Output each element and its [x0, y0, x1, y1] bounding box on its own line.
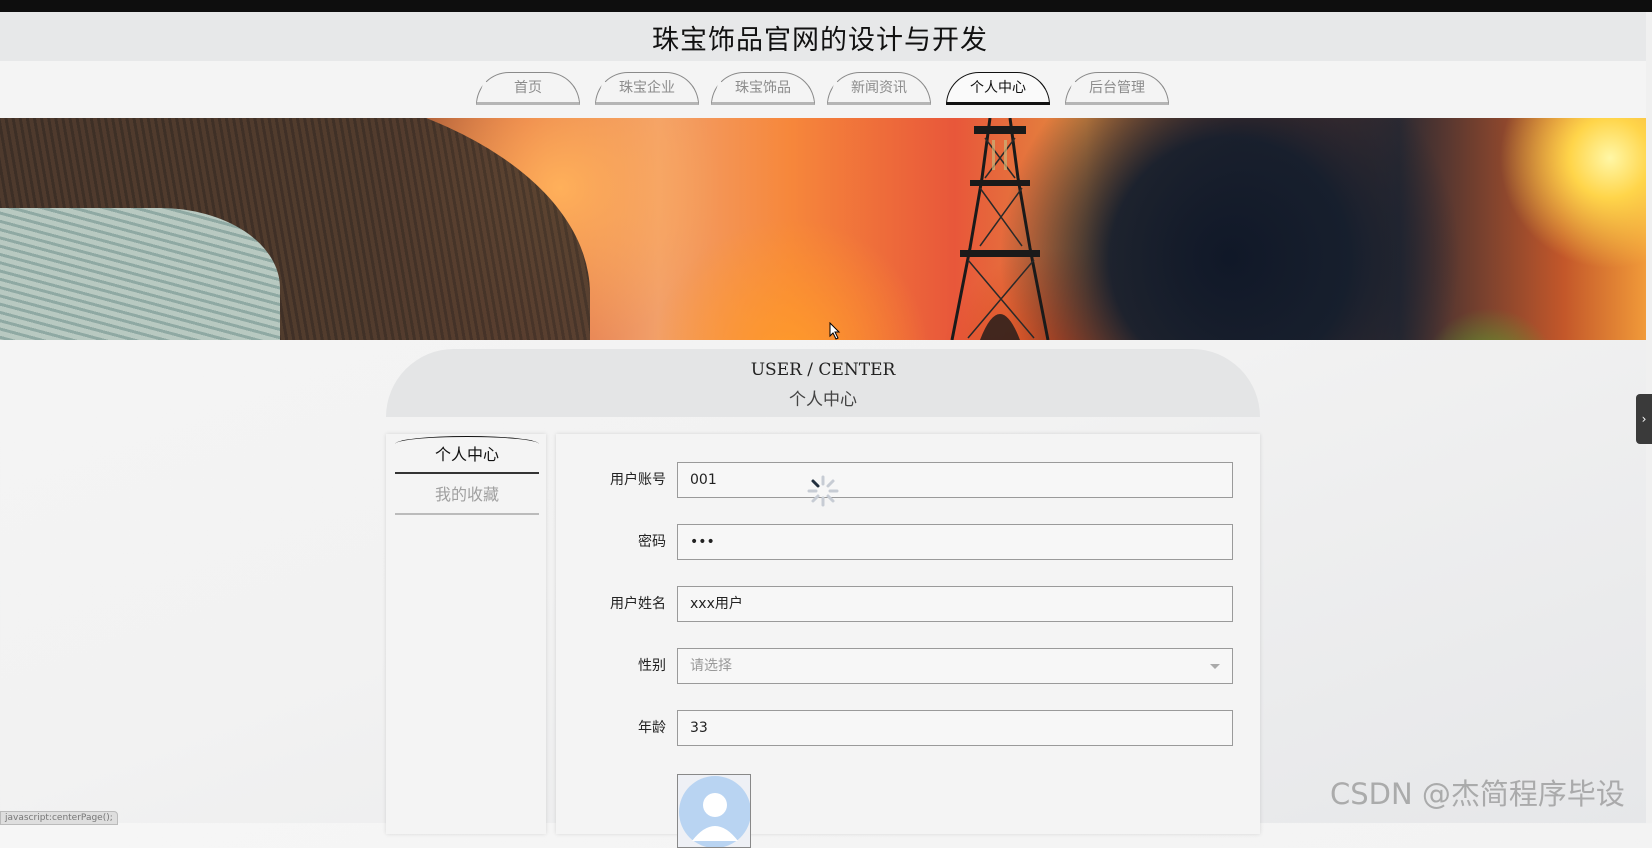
side-drawer-toggle[interactable]: ›	[1636, 394, 1652, 444]
form-row-name: 用户姓名 xxx用户	[556, 586, 1260, 622]
age-label: 年龄	[638, 720, 666, 736]
nav-tab-jewelry-products[interactable]: 珠宝饰品	[711, 72, 815, 105]
nav-tab-jewelry-companies[interactable]: 珠宝企业	[595, 72, 699, 105]
password-input[interactable]: •••	[677, 524, 1233, 560]
site-title: 珠宝饰品官网的设计与开发	[652, 25, 988, 56]
chevron-right-icon: ›	[1641, 412, 1647, 426]
sidebar-panel: 个人中心 我的收藏	[386, 434, 546, 834]
nav-tab-admin[interactable]: 后台管理	[1065, 72, 1169, 105]
nav-tab-news[interactable]: 新闻资讯	[827, 72, 931, 105]
loading-spinner-icon	[807, 475, 839, 507]
avatar-upload[interactable]	[677, 774, 751, 848]
banner-image	[0, 118, 1646, 340]
password-label: 密码	[638, 534, 666, 550]
nav-tab-home[interactable]: 首页	[476, 72, 580, 105]
form-row-gender: 性别 请选择	[556, 648, 1260, 684]
section-title-en: USER / CENTER	[750, 360, 896, 380]
name-input[interactable]: xxx用户	[677, 586, 1233, 622]
sidebar-item-user-center[interactable]: 个人中心	[395, 436, 539, 474]
form-row-age: 年龄 33	[556, 710, 1260, 746]
site-header: 珠宝饰品官网的设计与开发	[0, 12, 1652, 61]
gender-select[interactable]: 请选择	[677, 648, 1233, 684]
section-header: USER / CENTER 个人中心	[386, 349, 1260, 417]
nav-tab-user-center[interactable]: 个人中心	[946, 72, 1050, 105]
gender-label: 性别	[638, 658, 666, 674]
main-nav: 首页 珠宝企业 珠宝饰品 新闻资讯 个人中心 后台管理	[0, 61, 1652, 118]
name-label: 用户姓名	[610, 596, 666, 612]
book-page-graphic	[0, 208, 280, 340]
form-row-password: 密码 •••	[556, 524, 1260, 560]
sidebar-item-favorites[interactable]: 我的收藏	[395, 477, 539, 515]
mouse-cursor-icon	[829, 322, 841, 340]
user-avatar-icon	[679, 776, 750, 847]
age-input[interactable]: 33	[677, 710, 1233, 746]
account-label: 用户账号	[610, 472, 666, 488]
window-top-bar	[0, 0, 1652, 12]
gender-select-placeholder: 请选择	[690, 658, 732, 674]
eiffel-tower-graphic	[950, 118, 1050, 340]
chevron-down-icon	[1210, 664, 1220, 669]
watermark-text: CSDN @杰简程序毕设	[1330, 777, 1625, 811]
profile-form: 用户账号 001 密码 ••• 用户姓名 xxx用户 性别 请选择 年龄 33	[556, 434, 1260, 848]
account-input[interactable]: 001	[677, 462, 1233, 498]
section-title-zh: 个人中心	[789, 390, 857, 410]
form-row-account: 用户账号 001	[556, 462, 1260, 498]
